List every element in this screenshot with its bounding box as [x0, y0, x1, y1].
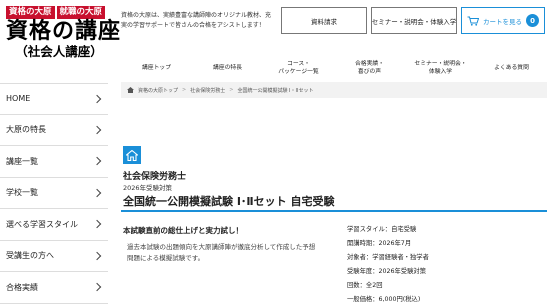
chevron-right-icon [92, 125, 102, 134]
breadcrumb: 資格の大原トップ > 社会保険労務士 > 全国統一公開模擬試験 I・IIセット [121, 82, 547, 98]
spec-target: 対象者：学習経験者・独学者 [347, 254, 429, 261]
nav-label: コース・ パッケージ一覧 [278, 61, 319, 75]
sidebar-item-label: 合格実績 [6, 282, 38, 292]
breadcrumb-item-current: 全国統一公開模擬試験 I・IIセット [237, 87, 314, 94]
product-specs: 学習スタイル：自宅受験 開講時期：2026年7月 対象者：学習経験者・独学者 受… [347, 223, 547, 307]
sidebar-item-courses[interactable]: 講座一覧 [0, 146, 108, 178]
chevron-right-icon [92, 188, 102, 197]
chevron-right-icon [92, 220, 102, 229]
sidebar-item-label: HOME [6, 94, 31, 104]
product-title: 全国統一公開模擬試験 Ⅰ･Ⅱセット 自宅受験 [123, 195, 335, 208]
nav-label: 合格実績・ 喜びの声 [355, 61, 384, 75]
logo-sub-text: （社会人講座） [15, 44, 103, 59]
exam-year: 2026年受験対策 [123, 184, 173, 192]
nav-faq[interactable]: よくある質問 [476, 58, 547, 78]
category-title: 社会保険労務士 [123, 172, 187, 182]
sidebar-item-home[interactable]: HOME [0, 83, 108, 115]
course-nav: 講座トップ 講座の特長 コース・ パッケージ一覧 合格実績・ 喜びの声 セミナー… [121, 58, 547, 78]
sidebar-item-label: 学校一覧 [6, 188, 38, 198]
cart-count-badge: 0 [526, 14, 539, 27]
spec-price: 一般価格：6,000円(税込) [347, 296, 421, 303]
nav-seminar[interactable]: セミナー・説明会・ 体験入学 [405, 58, 476, 78]
request-materials-button[interactable]: 資料請求 [281, 7, 367, 34]
title-divider [121, 210, 547, 212]
nav-course-top[interactable]: 講座トップ [121, 58, 192, 78]
breadcrumb-separator: > [229, 87, 234, 93]
sidebar-menu: HOME 大原の特長 講座一覧 学校一覧 選べる学習スタイル 受講生の方へ 合格… [0, 83, 108, 304]
logo-tag-shikaku: 資格の大原 [6, 6, 55, 19]
chevron-right-icon [92, 94, 102, 103]
spec-sessions: 回数：全2回 [347, 282, 383, 289]
breadcrumb-item[interactable]: 社会保険労務士 [190, 87, 225, 94]
product-catchphrase: 本試験直前の総仕上げと実力試し！ [123, 226, 243, 235]
spec-exam-year: 受験年度：2026年受験対策 [347, 268, 426, 275]
nav-label: よくある質問 [494, 65, 529, 71]
sidebar-item-label: 受講生の方へ [6, 251, 54, 261]
cart-icon [467, 16, 479, 26]
breadcrumb-item[interactable]: 資格の大原トップ [138, 87, 178, 94]
cart-label: カートを見る [483, 17, 522, 26]
category-icon-box [123, 146, 141, 164]
sidebar-item-label: 大原の特長 [6, 125, 46, 135]
sidebar-item-label: 講座一覧 [6, 156, 38, 166]
home-icon [126, 149, 138, 161]
sidebar-item-schools[interactable]: 学校一覧 [0, 178, 108, 209]
nav-label: 講座トップ [142, 65, 171, 71]
chevron-right-icon [92, 251, 102, 260]
nav-label: 講座の特長 [213, 65, 242, 71]
sidebar-item-label: 選べる学習スタイル [6, 219, 78, 229]
sidebar-item-styles[interactable]: 選べる学習スタイル [0, 209, 108, 241]
home-icon [127, 87, 134, 93]
breadcrumb-separator: > [182, 87, 187, 93]
spec-learning-style: 学習スタイル：自宅受験 [347, 226, 417, 233]
nav-label: セミナー・説明会・ 体験入学 [414, 61, 467, 75]
nav-course-features[interactable]: 講座の特長 [192, 58, 263, 78]
header-tagline: 資格の大原は、実績豊富な講師陣のオリジナル教材、充実の学習サポートで皆さんの合格… [121, 12, 272, 29]
chevron-right-icon [92, 283, 102, 292]
view-cart-button[interactable]: カートを見る 0 [461, 7, 545, 34]
logo-main-text: 資格の講座 [6, 19, 122, 44]
spec-start-date: 開講時期：2026年7月 [347, 240, 412, 247]
site-logo[interactable]: 資格の大原 就職の大原 資格の講座 （社会人講座） [6, 6, 122, 64]
chevron-right-icon [92, 157, 102, 166]
sidebar-item-features[interactable]: 大原の特長 [0, 115, 108, 146]
logo-tag-shushoku: 就職の大原 [56, 6, 106, 19]
sidebar-item-students[interactable]: 受講生の方へ [0, 241, 108, 272]
nav-results[interactable]: 合格実績・ 喜びの声 [334, 58, 405, 78]
seminar-button[interactable]: セミナー・説明会・体験入学 [371, 7, 457, 34]
product-description: 過去本試験の出題傾向を大原講師陣が徹底分析して作成した予想問題による模擬試験です… [127, 243, 316, 262]
sidebar-item-results[interactable]: 合格実績 [0, 272, 108, 304]
nav-course-list[interactable]: コース・ パッケージ一覧 [263, 58, 334, 78]
